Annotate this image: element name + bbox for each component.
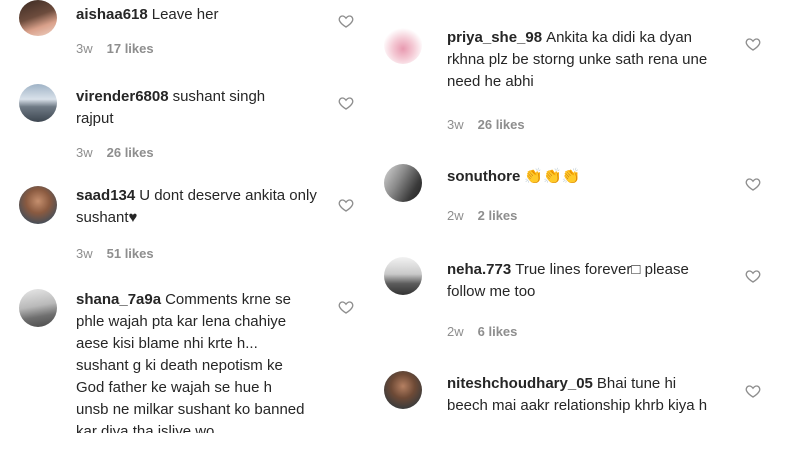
comment-meta: 3w 51 likes (76, 246, 154, 261)
comment-meta: 2w 6 likes (447, 324, 517, 339)
comment-likes[interactable]: 2 likes (478, 208, 518, 223)
comment-age: 3w (76, 145, 93, 160)
comment-likes[interactable]: 17 likes (107, 41, 154, 56)
comment-meta: 3w 26 likes (76, 145, 154, 160)
heart-icon[interactable] (745, 176, 761, 192)
heart-icon[interactable] (338, 197, 354, 213)
comment-text: Comments krne se phle wajah pta kar lena… (76, 291, 305, 433)
comment-body: aishaa618 Leave her (76, 4, 336, 26)
avatar[interactable] (19, 186, 57, 224)
comment-meta: 2w 2 likes (447, 208, 517, 223)
comment-likes[interactable]: 26 likes (478, 117, 525, 132)
avatar[interactable] (384, 164, 422, 202)
comment-text: 👏👏👏 (524, 168, 581, 185)
comment-text: Leave her (151, 6, 219, 23)
comment-body: saad134 U dont deserve ankita only sushan… (76, 185, 326, 229)
heart-icon[interactable] (338, 95, 354, 111)
avatar[interactable] (19, 289, 57, 327)
comment-username[interactable]: neha.773 (447, 261, 511, 278)
comment-body: sonuthore 👏👏👏 (447, 166, 712, 188)
comment-username[interactable]: niteshchoudhary_05 (447, 375, 593, 392)
comment-likes[interactable]: 26 likes (107, 145, 154, 160)
comment-body: priya_she_98 Ankita ka didi ka dyan rkhna… (447, 27, 712, 93)
comment-username[interactable]: shana_7a9a (76, 291, 161, 308)
heart-icon[interactable] (338, 299, 354, 315)
avatar[interactable] (19, 84, 57, 122)
comment-meta: 3w 26 likes (447, 117, 525, 132)
heart-icon[interactable] (338, 13, 354, 29)
heart-icon[interactable] (745, 268, 761, 284)
comment-age: 3w (447, 117, 464, 132)
comment-username[interactable]: aishaa618 (76, 6, 148, 23)
comment-likes[interactable]: 6 likes (478, 324, 518, 339)
avatar[interactable] (384, 257, 422, 295)
comment-username[interactable]: sonuthore (447, 168, 520, 185)
comment-meta: 3w 17 likes (76, 41, 154, 56)
comment-body: neha.773 True lines forever□ please follo… (447, 259, 712, 303)
comment-username[interactable]: priya_she_98 (447, 29, 542, 46)
heart-icon[interactable] (745, 36, 761, 52)
comment-age: 3w (76, 246, 93, 261)
avatar[interactable] (384, 371, 422, 409)
comment-username[interactable]: saad134 (76, 187, 135, 204)
avatar[interactable] (384, 26, 422, 64)
heart-icon[interactable] (745, 383, 761, 399)
comment-likes[interactable]: 51 likes (107, 246, 154, 261)
avatar[interactable] (19, 0, 57, 36)
comment-age: 2w (447, 208, 464, 223)
comment-username[interactable]: virender6808 (76, 88, 169, 105)
comment-body: shana_7a9a Comments krne se phle wajah pt… (76, 289, 308, 433)
comment-age: 3w (76, 41, 93, 56)
comment-body: virender6808 sushant singh rajput (76, 86, 301, 130)
comment-body: niteshchoudhary_05 Bhai tune hi beech mai… (447, 373, 712, 431)
comment-age: 2w (447, 324, 464, 339)
